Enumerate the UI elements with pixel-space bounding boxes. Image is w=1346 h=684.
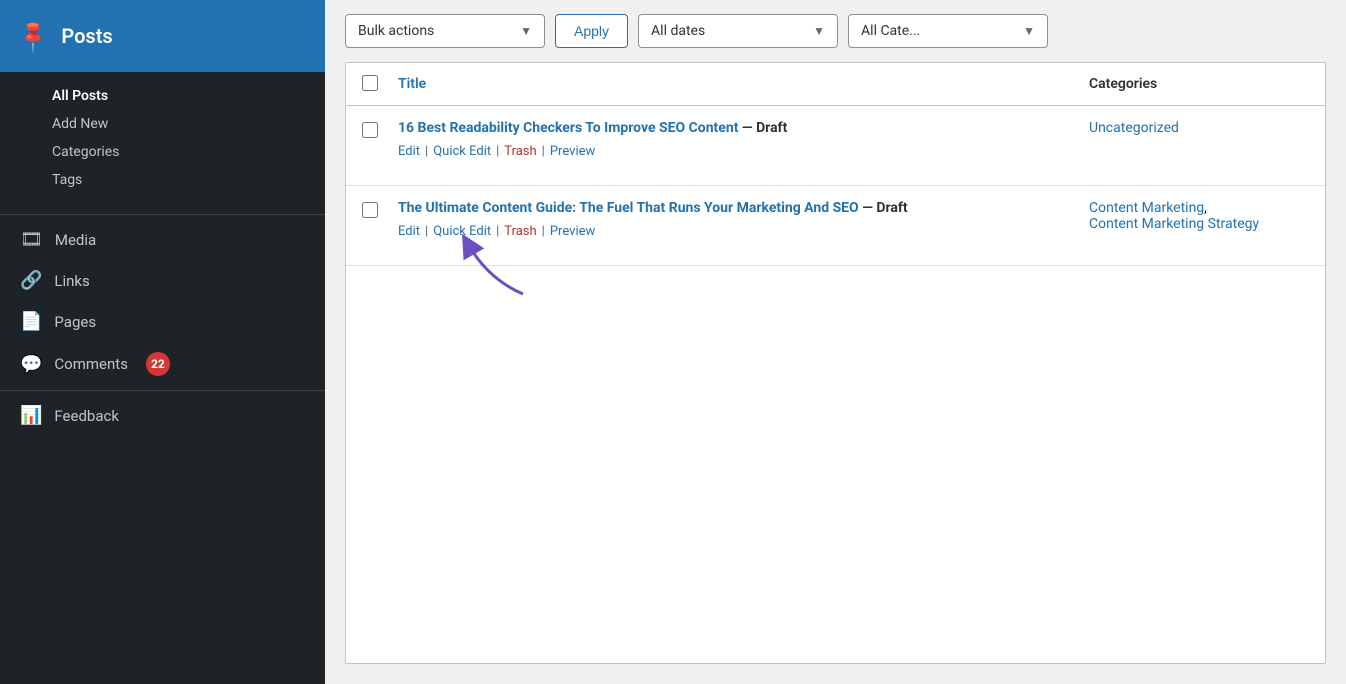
sidebar-item-tags[interactable]: Tags — [0, 166, 325, 194]
row1-preview-link[interactable]: Preview — [550, 144, 595, 159]
select-all-check[interactable] — [362, 73, 398, 95]
sidebar-title: Posts — [61, 24, 112, 48]
row1-trash-link[interactable]: Trash — [504, 144, 536, 159]
sidebar-item-add-new[interactable]: Add New — [0, 110, 325, 138]
content-area: Title Categories 16 Best Readability Che… — [325, 62, 1346, 684]
row1-title: 16 Best Readability Checkers To Improve … — [398, 120, 1073, 136]
sidebar-item-feedback[interactable]: 📊 Feedback — [0, 395, 325, 436]
row2-sep1: | — [425, 224, 428, 239]
row2-preview-link[interactable]: Preview — [550, 224, 595, 239]
row1-title-draft: — Draft — [742, 120, 787, 136]
bulk-actions-dropdown[interactable]: Bulk actions ▼ — [345, 14, 545, 48]
posts-icon: 📌 — [15, 17, 52, 54]
row1-category-link[interactable]: Uncategorized — [1089, 120, 1179, 136]
annotation-arrow — [458, 229, 538, 299]
main-content: Bulk actions ▼ Apply All dates ▼ All Cat… — [325, 0, 1346, 684]
row2-title: The Ultimate Content Guide: The Fuel Tha… — [398, 200, 1073, 216]
comments-icon: 💬 — [20, 354, 42, 375]
row2-title-col: The Ultimate Content Guide: The Fuel Tha… — [398, 200, 1089, 239]
media-icon: 🎞 — [20, 229, 43, 250]
sidebar-item-pages[interactable]: 📄 Pages — [0, 301, 325, 342]
row2-actions: Edit | Quick Edit | Trash | Preview — [398, 224, 1073, 239]
sidebar-divider-1 — [0, 214, 325, 215]
table-header: Title Categories — [346, 63, 1325, 106]
row1-quick-edit-link[interactable]: Quick Edit — [433, 144, 491, 159]
row1-sep1: | — [425, 144, 428, 159]
sidebar-item-all-posts[interactable]: All Posts — [0, 82, 325, 110]
toolbar: Bulk actions ▼ Apply All dates ▼ All Cat… — [325, 0, 1346, 62]
row2-sep3: | — [542, 224, 545, 239]
sidebar-item-comments[interactable]: 💬 Comments 22 — [0, 342, 325, 386]
chevron-down-icon: ▼ — [520, 24, 532, 38]
row2-checkbox[interactable] — [362, 202, 378, 218]
table-row: 16 Best Readability Checkers To Improve … — [346, 106, 1325, 186]
row2-title-link[interactable]: The Ultimate Content Guide: The Fuel Tha… — [398, 200, 859, 216]
sidebar-item-categories[interactable]: Categories — [0, 138, 325, 166]
row2-category-link-2[interactable]: Content Marketing Strategy — [1089, 216, 1259, 232]
row1-title-col: 16 Best Readability Checkers To Improve … — [398, 120, 1089, 159]
all-categories-label: All Cate... — [861, 23, 920, 39]
sidebar-item-links[interactable]: 🔗 Links — [0, 260, 325, 301]
pages-icon: 📄 — [20, 311, 42, 332]
row2-categories: Content Marketing, Content Marketing Str… — [1089, 200, 1309, 232]
sidebar-header: 📌 Posts — [0, 0, 325, 72]
row1-edit-link[interactable]: Edit — [398, 144, 420, 159]
all-dates-label: All dates — [651, 23, 705, 39]
row1-categories: Uncategorized — [1089, 120, 1309, 136]
row2-trash-link[interactable]: Trash — [504, 224, 536, 239]
chevron-down-icon-3: ▼ — [1023, 24, 1035, 38]
sidebar: 📌 Posts All Posts Add New Categories Tag… — [0, 0, 325, 684]
sidebar-label-feedback: Feedback — [54, 407, 119, 425]
posts-submenu: All Posts Add New Categories Tags — [0, 80, 325, 202]
comments-badge: 22 — [146, 352, 170, 376]
apply-button[interactable]: Apply — [555, 14, 628, 48]
row2-sep2: | — [496, 224, 499, 239]
sidebar-label-pages: Pages — [54, 313, 96, 331]
select-all-checkbox[interactable] — [362, 75, 378, 91]
row2-checkbox-container — [362, 200, 398, 222]
posts-table: Title Categories 16 Best Readability Che… — [345, 62, 1326, 664]
categories-column-header: Categories — [1089, 76, 1309, 92]
sidebar-label-media: Media — [55, 231, 96, 249]
posts-section: All Posts Add New Categories Tags — [0, 72, 325, 210]
row1-sep2: | — [496, 144, 499, 159]
all-categories-dropdown[interactable]: All Cate... ▼ — [848, 14, 1048, 48]
row1-checkbox[interactable] — [362, 122, 378, 138]
row2-title-draft: — Draft — [862, 200, 907, 216]
all-dates-dropdown[interactable]: All dates ▼ — [638, 14, 838, 48]
row2-category-link-1[interactable]: Content Marketing — [1089, 200, 1204, 216]
title-column-header[interactable]: Title — [398, 76, 1089, 92]
row1-sep3: | — [542, 144, 545, 159]
chevron-down-icon-2: ▼ — [813, 24, 825, 38]
row2-quick-edit-link[interactable]: Quick Edit — [433, 224, 491, 239]
row1-actions: Edit | Quick Edit | Trash | Preview — [398, 144, 1073, 159]
row1-title-link[interactable]: 16 Best Readability Checkers To Improve … — [398, 120, 738, 136]
sidebar-label-comments: Comments — [54, 355, 128, 373]
sidebar-divider-2 — [0, 390, 325, 391]
sidebar-item-media[interactable]: 🎞 Media — [0, 219, 325, 260]
sidebar-label-links: Links — [54, 272, 89, 290]
row2-edit-link[interactable]: Edit — [398, 224, 420, 239]
links-icon: 🔗 — [20, 270, 42, 291]
row1-checkbox-container — [362, 120, 398, 142]
table-row: The Ultimate Content Guide: The Fuel Tha… — [346, 186, 1325, 266]
feedback-icon: 📊 — [20, 405, 42, 426]
bulk-actions-label: Bulk actions — [358, 23, 434, 39]
